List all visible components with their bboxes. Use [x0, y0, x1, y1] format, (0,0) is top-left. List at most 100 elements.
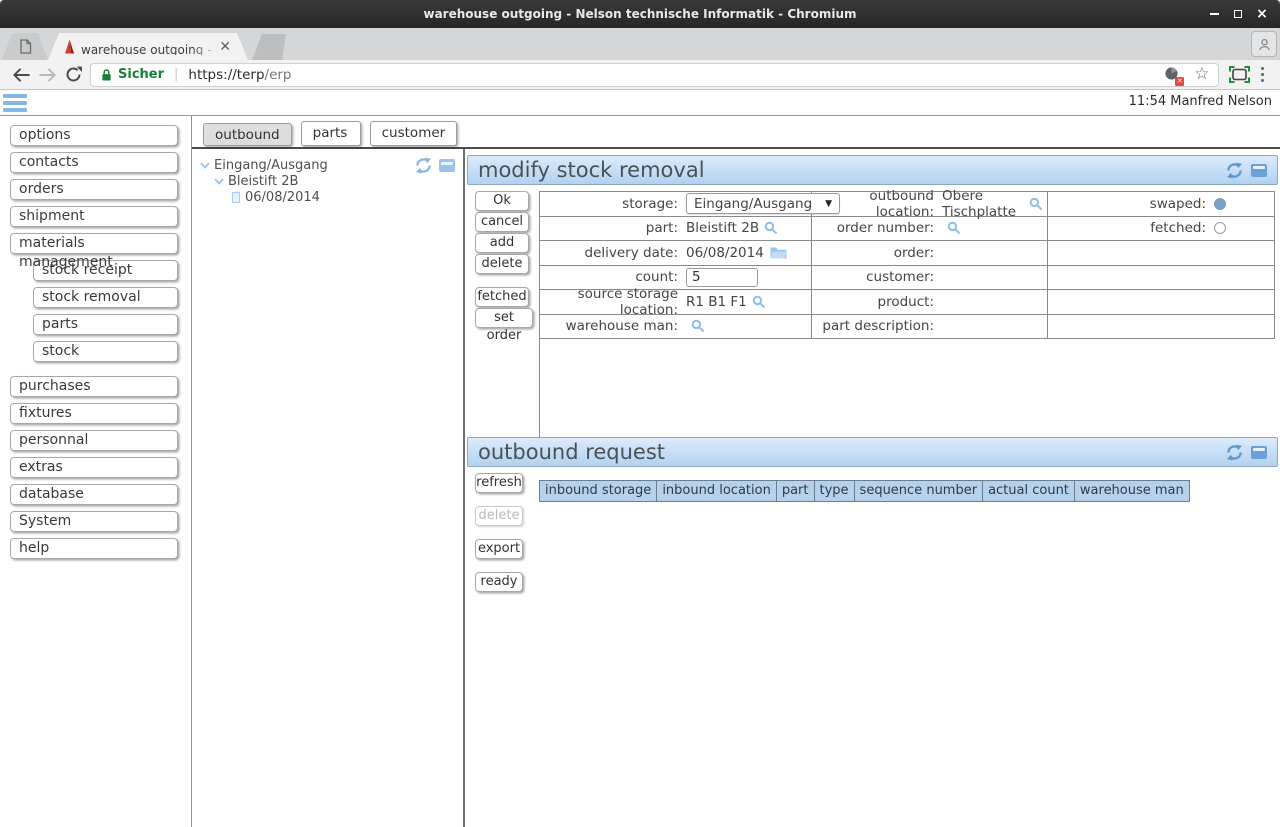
refresh-icon[interactable] [1225, 162, 1244, 179]
hamburger-menu-button[interactable] [3, 94, 27, 115]
bookmark-star-icon[interactable]: ☆ [1194, 66, 1209, 83]
menu-dots-icon [1260, 66, 1264, 71]
app-tab-bar: outbound parts customer [192, 116, 1280, 149]
column-header-part: part [775, 480, 815, 502]
search-icon[interactable] [764, 221, 778, 235]
field-label: product: [877, 293, 934, 310]
field-delivery-date: delivery date: 06/08/2014 [540, 241, 812, 266]
refresh-button[interactable]: refresh [475, 473, 523, 493]
tree-node-part[interactable]: Bleistift 2B [192, 174, 463, 189]
add-button[interactable]: add [475, 233, 529, 253]
browser-tab-strip: warehouse outgoing - Ne ✕ [0, 28, 1280, 60]
window-close-button[interactable]: × [1250, 0, 1274, 28]
sidebar-item-parts[interactable]: parts [33, 314, 178, 335]
fetched-button[interactable]: fetched [475, 287, 529, 307]
field-outbound-location: outbound location: Obere Tischplatte [812, 188, 1048, 220]
sidebar-item-help[interactable]: help [10, 538, 178, 559]
tree-node-label[interactable]: 06/08/2014 [245, 190, 320, 205]
tab-outbound[interactable]: outbound [203, 123, 292, 146]
sidebar-item-personnal[interactable]: personnal [10, 430, 178, 451]
tree-node-date[interactable]: 06/08/2014 [192, 190, 463, 205]
field-product: product: [812, 290, 1048, 315]
chevron-down-icon[interactable] [200, 162, 210, 169]
field-label: count: [635, 269, 678, 286]
calendar-folder-icon[interactable] [770, 246, 787, 259]
refresh-icon[interactable] [414, 157, 433, 174]
sidebar-item-options[interactable]: options [10, 125, 178, 146]
url-path[interactable]: /erp [265, 67, 292, 83]
field-source-storage-location: source storage location: R1 B1 F1 [540, 286, 812, 318]
profile-button[interactable] [1251, 31, 1277, 57]
browser-menu-button[interactable] [1253, 66, 1273, 83]
field-label: outbound location: [869, 187, 934, 220]
sidebar-item-fixtures[interactable]: fixtures [10, 403, 178, 424]
field-warehouse-man: warehouse man: [540, 314, 812, 339]
page-content: options contacts orders shipment materia… [0, 116, 1280, 827]
sidebar-item-contacts[interactable]: contacts [10, 152, 178, 173]
new-tab-button[interactable] [252, 34, 286, 60]
maximize-icon [1234, 10, 1242, 18]
extension-badge: ✕ [1175, 76, 1185, 86]
export-button[interactable]: export [475, 539, 523, 559]
column-header-type: type [813, 480, 855, 502]
chevron-down-icon[interactable] [214, 178, 224, 185]
delete-button[interactable]: delete [475, 254, 529, 274]
tab-customer[interactable]: customer [369, 121, 458, 146]
set-order-button[interactable]: set order [475, 308, 533, 343]
ready-button[interactable]: ready [475, 572, 523, 592]
field-label: source storage location: [577, 285, 678, 318]
panel-title: outbound request [478, 440, 666, 464]
presentation-mode-button[interactable] [1227, 62, 1253, 88]
count-input[interactable] [686, 267, 758, 287]
cancel-button[interactable]: cancel [475, 212, 529, 232]
leaf-document-icon [232, 192, 240, 203]
tree-node-label[interactable]: Bleistift 2B [228, 174, 298, 189]
browser-tab-inactive[interactable] [2, 33, 48, 60]
sidebar-item-stock[interactable]: stock [33, 341, 178, 362]
panel-header-icons [1225, 444, 1267, 461]
sidebar-item-purchases[interactable]: purchases [10, 376, 178, 397]
search-icon[interactable] [947, 221, 961, 235]
url-host[interactable]: https://terp [188, 67, 264, 83]
sidebar-item-system[interactable]: System [10, 511, 178, 532]
forward-button[interactable] [34, 62, 60, 88]
window-maximize-button[interactable] [1226, 0, 1250, 28]
address-bar[interactable]: Sicher | https://terp /erp ✕ ☆ [90, 62, 1219, 87]
field-storage: storage: Eingang/Ausgang ▼ [540, 192, 841, 217]
swaped-radio[interactable] [1214, 197, 1226, 210]
sidebar-item-materials-management[interactable]: materials management [10, 233, 178, 270]
secure-label[interactable]: Sicher [118, 67, 164, 82]
delete-request-button[interactable]: delete [475, 506, 523, 526]
reload-button[interactable] [60, 62, 86, 88]
tab-close-button[interactable]: ✕ [218, 40, 232, 54]
minimize-panel-icon[interactable] [439, 159, 455, 172]
column-header-actual-count: actual count [982, 480, 1075, 502]
field-label: customer: [866, 269, 934, 286]
extension-button[interactable]: ✕ [1164, 66, 1185, 86]
browser-tab-active[interactable]: warehouse outgoing - Ne ✕ [48, 33, 248, 60]
search-icon[interactable] [1029, 197, 1043, 211]
ok-button[interactable]: Ok [475, 191, 529, 211]
sidebar-item-extras[interactable]: extras [10, 457, 178, 478]
tree-node-label[interactable]: Eingang/Ausgang [214, 158, 328, 173]
sidebar-item-orders[interactable]: orders [10, 179, 178, 200]
fetched-radio[interactable] [1214, 222, 1226, 235]
minimize-panel-icon[interactable] [1251, 163, 1267, 177]
sidebar-item-shipment[interactable]: shipment [10, 206, 178, 227]
window-minimize-button[interactable] [1202, 0, 1226, 28]
refresh-icon[interactable] [1225, 444, 1244, 461]
outbound-panel-body: refresh delete export ready inbound stor… [467, 467, 1278, 593]
sidebar-item-stock-receipt[interactable]: stock receipt [33, 260, 178, 281]
url-separator: | [174, 67, 179, 82]
search-icon[interactable] [752, 295, 766, 309]
person-icon [1257, 37, 1272, 52]
back-button[interactable] [8, 62, 34, 88]
tab-parts[interactable]: parts [300, 121, 361, 146]
forward-icon [38, 67, 56, 82]
minimize-panel-icon[interactable] [1251, 445, 1267, 459]
sidebar-item-database[interactable]: database [10, 484, 178, 505]
column-header-warehouse-man: warehouse man [1073, 480, 1190, 502]
search-icon[interactable] [691, 319, 705, 333]
part-value: Bleistift 2B [686, 220, 760, 237]
sidebar-item-stock-removal[interactable]: stock removal [33, 287, 178, 308]
